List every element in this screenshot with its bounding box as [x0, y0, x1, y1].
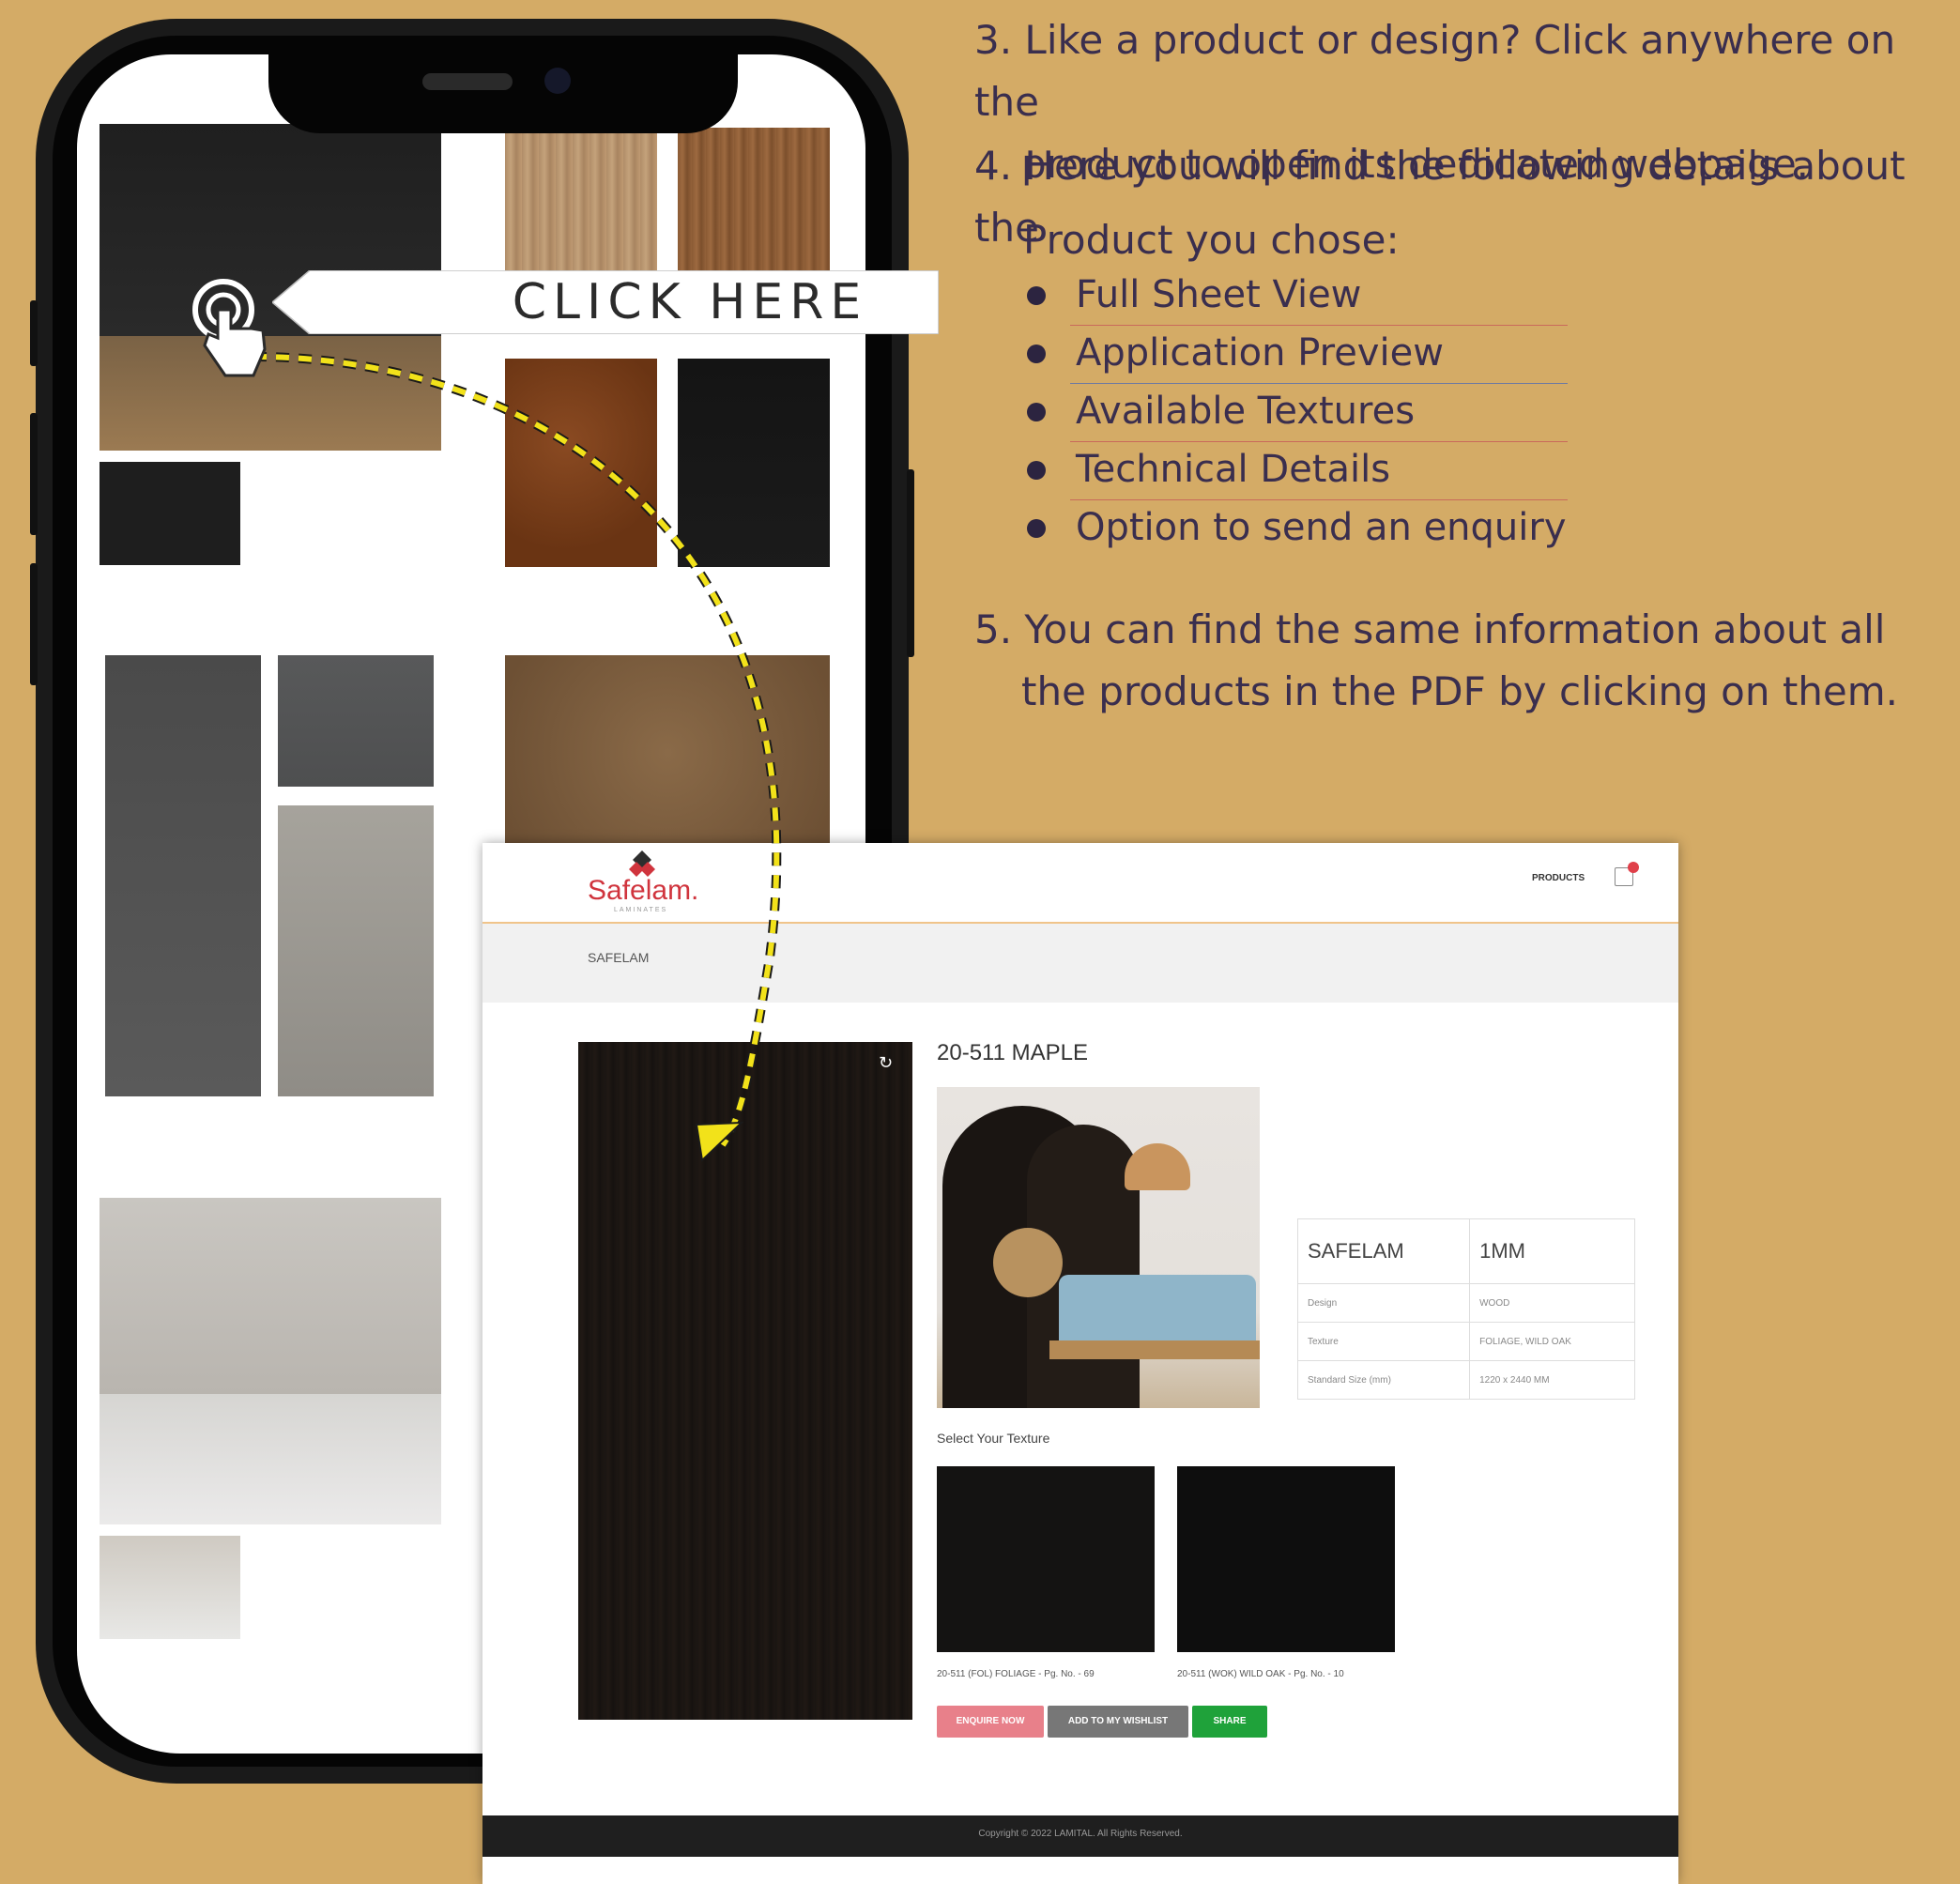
dashed-arrow [253, 354, 780, 1147]
tap-hand-icon [192, 279, 267, 377]
arrow-head-icon [695, 1121, 744, 1163]
arrow-overlay [192, 279, 782, 1163]
